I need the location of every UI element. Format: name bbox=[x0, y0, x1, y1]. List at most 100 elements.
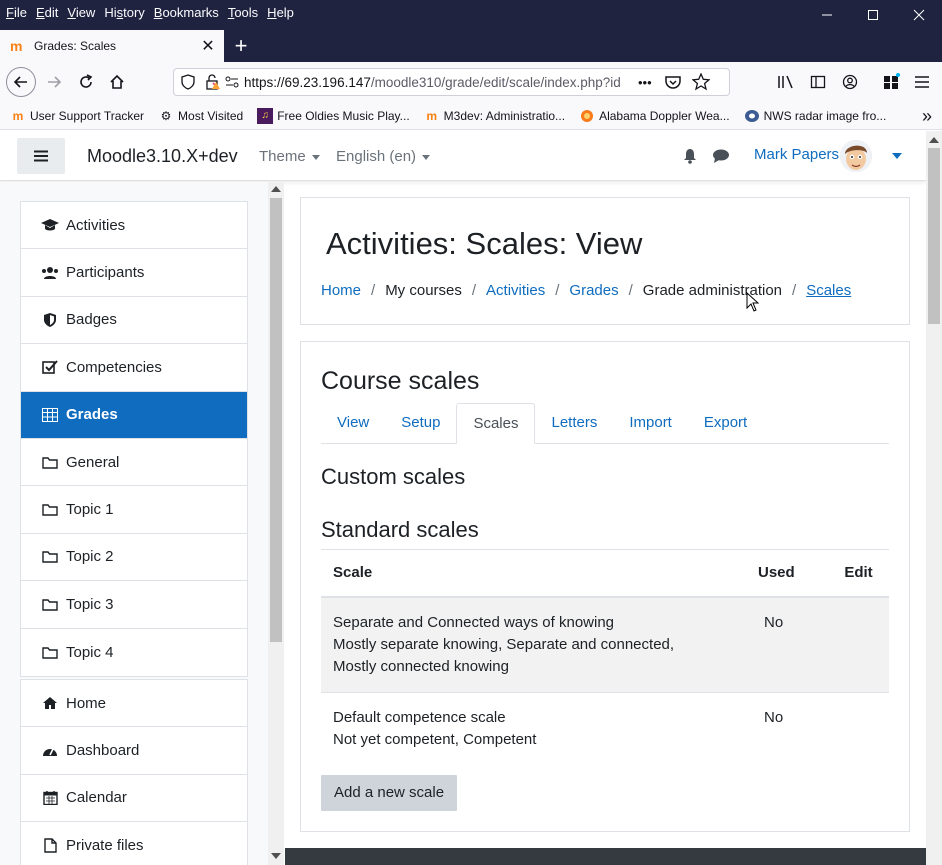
page-scrollbar[interactable] bbox=[926, 131, 942, 865]
tab-close-icon[interactable]: ✕ bbox=[198, 36, 218, 56]
arrow-right-icon bbox=[48, 76, 62, 88]
minimize-icon bbox=[822, 14, 832, 16]
breadcrumb-scales[interactable]: Scales bbox=[806, 282, 851, 299]
tab-import[interactable]: Import bbox=[613, 403, 688, 444]
drawer-item-badges[interactable]: Badges bbox=[21, 297, 247, 345]
permissions-icon[interactable] bbox=[224, 74, 240, 90]
tab-scales[interactable]: Scales bbox=[456, 403, 536, 444]
back-button[interactable] bbox=[6, 67, 36, 97]
breadcrumb-grades[interactable]: Grades bbox=[569, 282, 618, 299]
menu-edit[interactable]: Edit bbox=[36, 5, 58, 20]
home-icon bbox=[41, 694, 59, 712]
scale-name: Separate and Connected ways of knowing bbox=[333, 614, 615, 631]
bookmark-item[interactable]: ⚙ Most Visited bbox=[158, 108, 244, 124]
menu-history[interactable]: History bbox=[104, 5, 144, 20]
bookmark-item[interactable]: m User Support Tracker bbox=[10, 108, 144, 124]
drawer-item-label: Dashboard bbox=[66, 742, 140, 760]
drawer-item-competencies[interactable]: Competencies bbox=[21, 344, 247, 392]
language-menu[interactable]: English (en) bbox=[336, 148, 431, 165]
reload-button[interactable] bbox=[72, 68, 100, 96]
bookmark-star-icon[interactable] bbox=[691, 73, 710, 91]
bookmark-item[interactable]: m M3dev: Administratio... bbox=[424, 108, 565, 124]
tab-export[interactable]: Export bbox=[688, 403, 763, 444]
dashboard-icon bbox=[41, 742, 59, 760]
drawer-item-topic-1[interactable]: Topic 1 bbox=[21, 486, 247, 534]
breadcrumb-home[interactable]: Home bbox=[321, 282, 361, 299]
browser-navbar: https://69.23.196.147/moodle310/grade/ed… bbox=[0, 62, 942, 102]
drawer-item-private-files[interactable]: Private files bbox=[21, 822, 247, 865]
insecure-lock-icon[interactable] bbox=[204, 74, 220, 90]
maximize-button[interactable] bbox=[850, 0, 896, 30]
url-text[interactable]: https://69.23.196.147/moodle310/grade/ed… bbox=[244, 75, 634, 90]
forward-button[interactable] bbox=[40, 68, 68, 96]
page-actions-more-icon[interactable]: ••• bbox=[638, 75, 652, 90]
drawer-item-label: Participants bbox=[66, 264, 145, 282]
tab-setup[interactable]: Setup bbox=[385, 403, 456, 444]
menu-file[interactable]: File bbox=[6, 5, 27, 20]
moodle-icon: m bbox=[12, 108, 24, 123]
scroll-up-icon[interactable] bbox=[271, 186, 281, 192]
user-avatar[interactable] bbox=[840, 140, 872, 172]
home-button[interactable] bbox=[103, 68, 131, 96]
address-bar[interactable]: https://69.23.196.147/moodle310/grade/ed… bbox=[173, 68, 730, 96]
drawer-item-general[interactable]: General bbox=[21, 439, 247, 487]
scroll-down-icon[interactable] bbox=[271, 853, 281, 859]
account-button[interactable] bbox=[836, 68, 864, 96]
drawer-item-topic-3[interactable]: Topic 3 bbox=[21, 581, 247, 629]
scroll-up-icon[interactable] bbox=[929, 137, 939, 143]
bookmark-label: NWS radar image fro... bbox=[763, 108, 887, 123]
library-icon bbox=[778, 75, 793, 89]
drawer-toggle-button[interactable] bbox=[17, 138, 65, 174]
app-menu-button[interactable] bbox=[908, 68, 936, 96]
sidebar-button[interactable] bbox=[804, 68, 832, 96]
drawer-item-topic-2[interactable]: Topic 2 bbox=[21, 534, 247, 582]
grade-tabs: View Setup Scales Letters Import Export bbox=[321, 403, 889, 444]
scale-items: Mostly separate knowing, Separate and co… bbox=[333, 636, 675, 653]
caret-down-icon[interactable] bbox=[892, 153, 902, 159]
drawer-item-home[interactable]: Home bbox=[21, 680, 247, 728]
drawer-scrollbar[interactable] bbox=[268, 182, 284, 865]
drawer-item-participants[interactable]: Participants bbox=[21, 249, 247, 297]
menu-bookmarks[interactable]: Bookmarks bbox=[154, 5, 219, 20]
library-button[interactable] bbox=[772, 68, 800, 96]
close-window-button[interactable] bbox=[896, 0, 942, 30]
browser-tab[interactable]: m Grades: Scales ✕ bbox=[0, 30, 224, 62]
minimize-button[interactable] bbox=[804, 0, 850, 30]
browser-menubar: File Edit View History Bookmarks Tools H… bbox=[0, 0, 303, 24]
messages-button[interactable] bbox=[712, 147, 730, 165]
mouse-cursor-icon bbox=[746, 292, 760, 312]
site-name[interactable]: Moodle3.10.X+dev bbox=[87, 146, 238, 167]
url-path: /moodle310/grade/edit/scale/index.php?id bbox=[370, 74, 621, 90]
menu-help[interactable]: Help bbox=[267, 5, 294, 20]
tab-view[interactable]: View bbox=[321, 403, 385, 444]
breadcrumb-activities[interactable]: Activities bbox=[486, 282, 545, 299]
chevron-right-icon[interactable]: » bbox=[922, 106, 932, 127]
notifications-button[interactable] bbox=[681, 147, 699, 165]
drawer-item-activities[interactable]: Activities bbox=[21, 202, 247, 250]
extensions-button[interactable] bbox=[877, 68, 905, 96]
bookmark-item[interactable]: ♫ Free Oldies Music Play... bbox=[257, 107, 410, 124]
breadcrumb-separator: / bbox=[792, 282, 797, 299]
bell-icon bbox=[684, 149, 696, 164]
breadcrumb-grade-administration: Grade administration bbox=[642, 282, 783, 299]
drawer-item-topic-4[interactable]: Topic 4 bbox=[21, 629, 247, 676]
bookmark-item[interactable]: NWS radar image fro... bbox=[744, 108, 887, 124]
graduation-cap-icon bbox=[41, 216, 59, 234]
drawer-item-dashboard[interactable]: Dashboard bbox=[21, 727, 247, 775]
bookmark-item[interactable]: Alabama Doppler Wea... bbox=[579, 108, 730, 124]
menu-tools[interactable]: Tools bbox=[228, 5, 258, 20]
pocket-icon[interactable] bbox=[664, 74, 682, 90]
theme-menu[interactable]: Theme bbox=[259, 148, 320, 165]
user-name[interactable]: Mark Papers bbox=[754, 146, 839, 163]
drawer-scrollbar-thumb[interactable] bbox=[270, 198, 282, 642]
drawer-item-grades[interactable]: Grades bbox=[21, 391, 247, 439]
scale-name: Default competence scale bbox=[333, 709, 506, 726]
menu-view[interactable]: View bbox=[67, 5, 95, 20]
tab-letters[interactable]: Letters bbox=[535, 403, 613, 444]
drawer-item-label: Home bbox=[66, 694, 107, 712]
drawer-item-calendar[interactable]: Calendar bbox=[21, 775, 247, 823]
page-scrollbar-thumb[interactable] bbox=[928, 148, 940, 324]
account-icon bbox=[842, 74, 858, 90]
add-new-scale-button[interactable]: Add a new scale bbox=[321, 775, 458, 811]
new-tab-button[interactable]: + bbox=[228, 32, 254, 60]
